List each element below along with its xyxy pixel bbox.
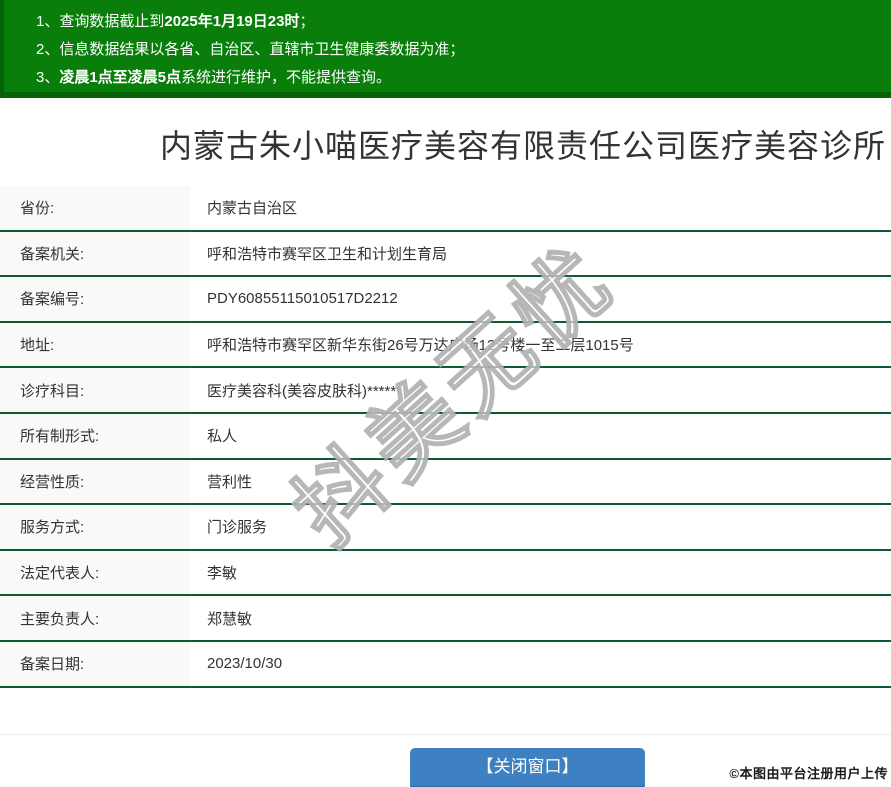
row-label: 地址: bbox=[0, 322, 190, 367]
row-label: 省份: bbox=[0, 186, 190, 230]
row-value: 内蒙古自治区 bbox=[207, 200, 298, 218]
notice-1-post: ； bbox=[299, 13, 315, 30]
row-label: 服务方式: bbox=[0, 505, 190, 549]
row-value: 医疗美容科(美容皮肤科)****** bbox=[207, 382, 403, 400]
table-row-service-mode: 服务方式: 门诊服务 bbox=[0, 505, 891, 551]
row-value: 门诊服务 bbox=[207, 519, 268, 537]
notice-line-3: 3、凌晨1点至凌晨5点系统进行维护，不能提供查询。 bbox=[36, 64, 891, 92]
table-row-ownership: 所有制形式: 私人 bbox=[0, 413, 891, 460]
table-row-business-nature: 经营性质: 营利性 bbox=[0, 459, 891, 506]
table-row-record-date: 备案日期: 2023/10/30 bbox=[0, 641, 891, 688]
notice-banner: 1、查询数据截止到2025年1月19日23时； 2、信息数据结果以各省、自治区、… bbox=[0, 0, 891, 98]
notice-3-number: 3、 bbox=[36, 69, 60, 86]
row-label: 备案编号: bbox=[0, 277, 190, 321]
row-value: 呼和浩特市赛罕区新华东街26号万达广场12号楼一至二层1015号 bbox=[207, 337, 634, 355]
table-row-departments: 诊疗科目: 医疗美容科(美容皮肤科)****** bbox=[0, 368, 891, 414]
registration-detail-table: 省份: 内蒙古自治区 备案机关: 呼和浩特市赛罕区卫生和计划生育局 备案编号: … bbox=[0, 186, 891, 688]
notice-3-bold: 凌晨1点至凌晨5点 bbox=[59, 69, 182, 86]
row-label: 备案机关: bbox=[0, 231, 190, 276]
row-label: 法定代表人: bbox=[0, 550, 190, 595]
row-value: 私人 bbox=[207, 428, 238, 446]
row-value: 李敏 bbox=[207, 565, 238, 583]
row-value: PDY60855115010517D2212 bbox=[207, 290, 398, 308]
row-label: 主要负责人: bbox=[0, 596, 190, 640]
table-row-address: 地址: 呼和浩特市赛罕区新华东街26号万达广场12号楼一至二层1015号 bbox=[0, 322, 891, 369]
upload-credit-watermark: ©本图由平台注册用户上传 bbox=[729, 766, 888, 781]
table-row-legal-representative: 法定代表人: 李敏 bbox=[0, 550, 891, 597]
notice-1-number: 1、 bbox=[36, 13, 60, 30]
notice-1-text: 查询数据截止到 bbox=[59, 13, 165, 30]
row-value: 营利性 bbox=[207, 473, 253, 491]
table-row-authority: 备案机关: 呼和浩特市赛罕区卫生和计划生育局 bbox=[0, 231, 891, 278]
table-row-principal: 主要负责人: 郑慧敏 bbox=[0, 596, 891, 642]
table-row-record-number: 备案编号: PDY60855115010517D2212 bbox=[0, 277, 891, 323]
row-value: 郑慧敏 bbox=[207, 610, 253, 628]
row-label: 诊疗科目: bbox=[0, 368, 190, 412]
notice-2-text: 信息数据结果以各省、自治区、直辖市卫生健康委数据为准； bbox=[59, 41, 465, 58]
row-label: 所有制形式: bbox=[0, 413, 190, 458]
row-value: 2023/10/30 bbox=[207, 655, 283, 673]
row-label: 备案日期: bbox=[0, 641, 190, 686]
notice-1-bold: 2025年1月19日23时 bbox=[164, 13, 300, 30]
table-row-province: 省份: 内蒙古自治区 bbox=[0, 186, 891, 232]
page-title: 内蒙古朱小喵医疗美容有限责任公司医疗美容诊所 bbox=[160, 128, 887, 164]
row-value: 呼和浩特市赛罕区卫生和计划生育局 bbox=[207, 245, 448, 263]
footer-divider bbox=[0, 733, 891, 735]
row-label: 经营性质: bbox=[0, 459, 190, 504]
notice-line-1: 1、查询数据截止到2025年1月19日23时； bbox=[36, 8, 891, 36]
notice-2-number: 2、 bbox=[36, 41, 60, 58]
notice-line-2: 2、信息数据结果以各省、自治区、直辖市卫生健康委数据为准； bbox=[36, 36, 891, 64]
notice-3-post: 系统进行维护，不能提供查询。 bbox=[181, 69, 392, 86]
close-window-button[interactable]: 【关闭窗口】 bbox=[410, 747, 645, 787]
